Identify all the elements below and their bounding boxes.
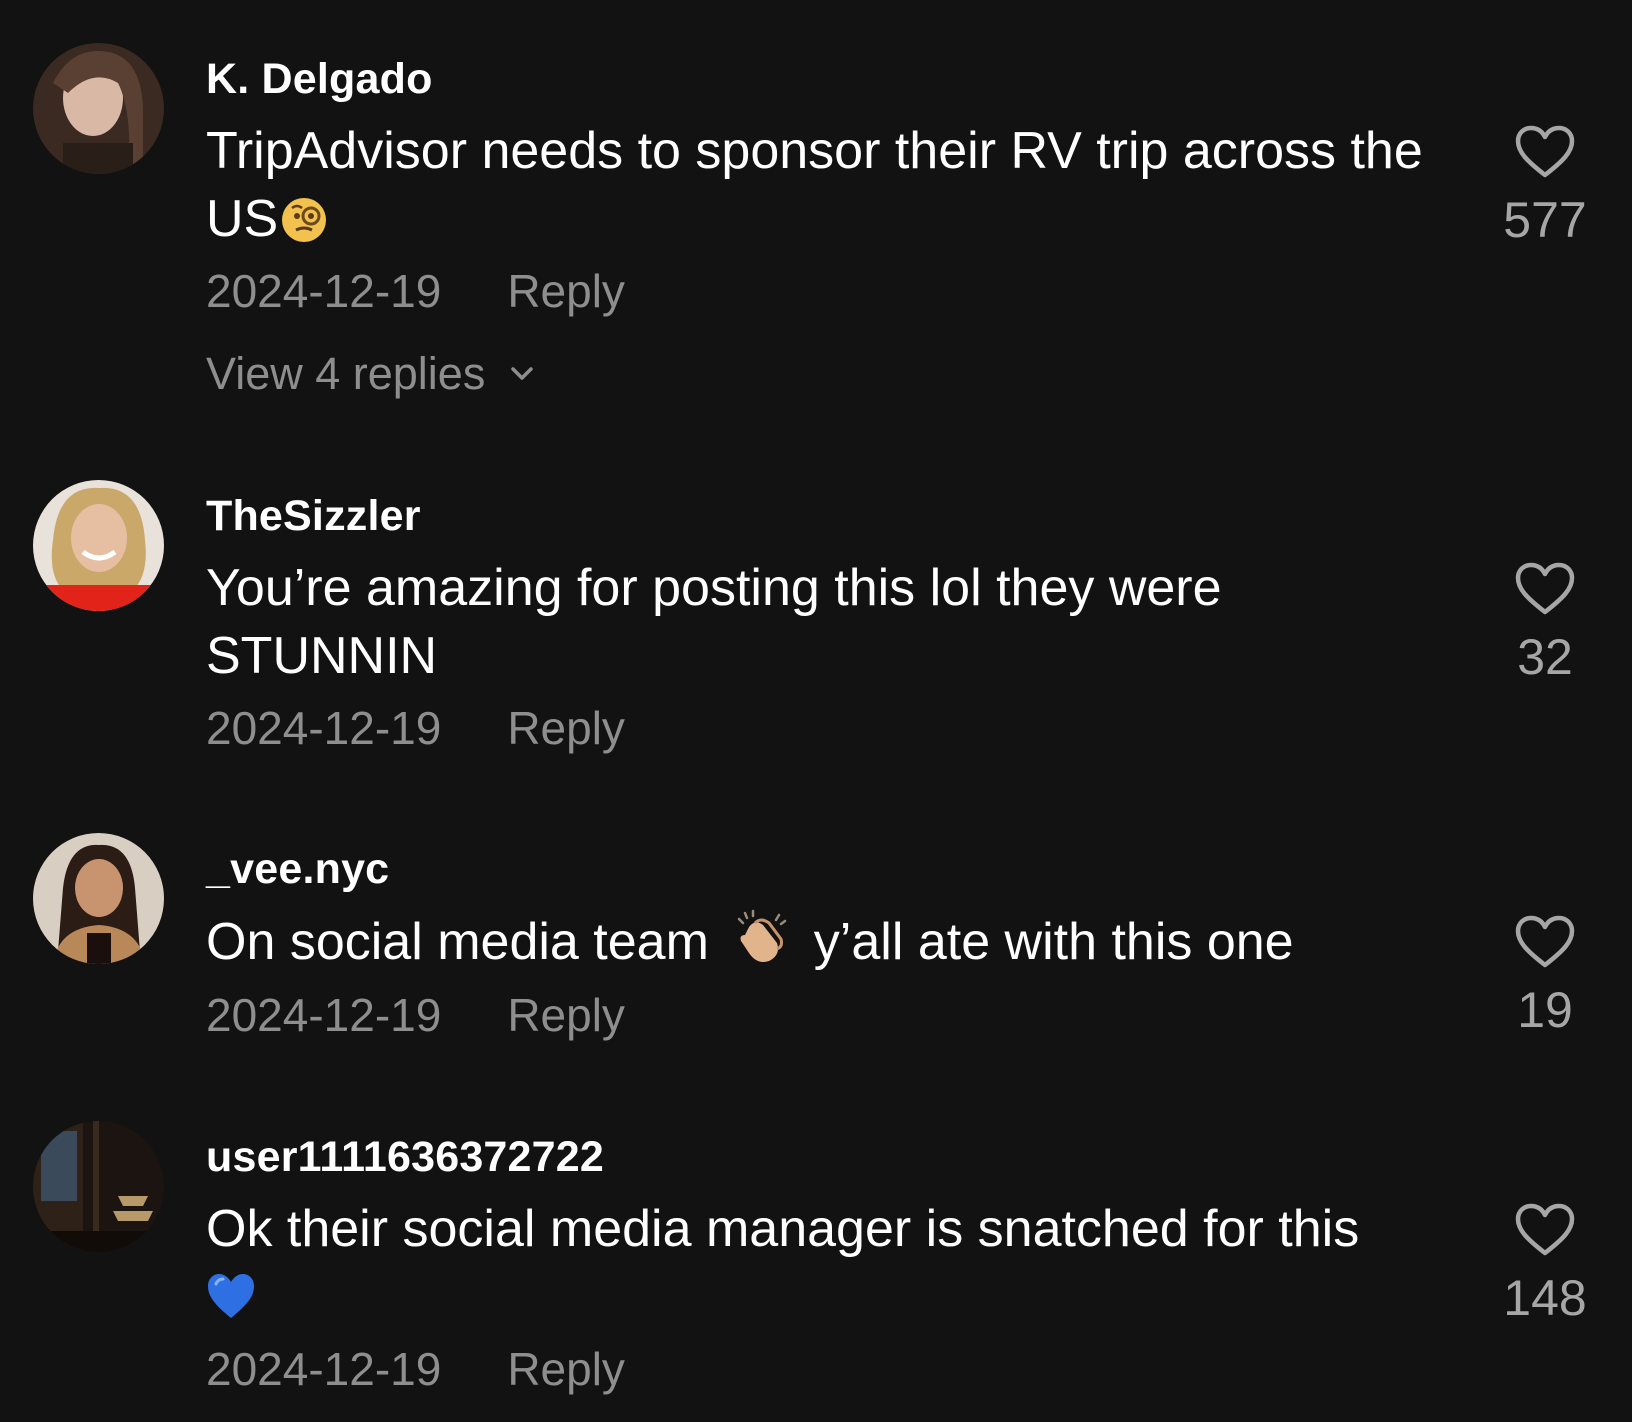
comment-username[interactable]: user1111636372722 xyxy=(206,1133,604,1182)
clapping-hands-emoji xyxy=(731,907,791,967)
comment-text-before: On social media team xyxy=(206,913,709,971)
heart-icon[interactable] xyxy=(1515,562,1575,616)
avatar[interactable] xyxy=(33,1121,164,1252)
comment-text: On social media team y’all ate with this… xyxy=(206,907,1426,976)
comment-text: TripAdvisor needs to sponsor their RV tr… xyxy=(206,117,1426,253)
comment-date: 2024-12-19 xyxy=(206,265,442,317)
avatar[interactable] xyxy=(33,480,164,611)
heart-icon[interactable] xyxy=(1515,1203,1575,1257)
comment-text-body: Ok their social media manager is snatche… xyxy=(206,1200,1360,1258)
avatar[interactable] xyxy=(33,43,164,174)
view-replies-label: View 4 replies xyxy=(206,348,486,399)
comment-text-body: TripAdvisor needs to sponsor their RV tr… xyxy=(206,122,1423,248)
like-count: 577 xyxy=(1503,192,1587,248)
comment-meta: 2024-12-19 Reply xyxy=(206,1342,625,1396)
comment-meta: 2024-12-19 Reply xyxy=(206,701,625,755)
comment-username[interactable]: _vee.nyc xyxy=(206,845,389,894)
face-with-monocle-emoji xyxy=(278,192,330,244)
comment-text: You’re amazing for posting this lol they… xyxy=(206,559,1222,685)
reply-button[interactable]: Reply xyxy=(507,1342,625,1396)
comment-meta: 2024-12-19 Reply xyxy=(206,264,625,318)
avatar[interactable] xyxy=(33,833,164,964)
reply-button[interactable]: Reply xyxy=(507,988,625,1042)
view-replies-button[interactable]: View 4 replies xyxy=(206,348,537,400)
comment-date: 2024-12-19 xyxy=(206,1343,442,1395)
avatar-image xyxy=(33,43,164,174)
comment-date: 2024-12-19 xyxy=(206,702,442,754)
comment-date: 2024-12-19 xyxy=(206,989,442,1041)
avatar-image xyxy=(33,480,164,611)
avatar-image xyxy=(33,1121,164,1252)
comment-meta: 2024-12-19 Reply xyxy=(206,988,625,1042)
like-control: 577 xyxy=(1500,125,1590,249)
like-count: 19 xyxy=(1517,982,1573,1038)
like-control: 19 xyxy=(1500,915,1590,1039)
comment-username[interactable]: TheSizzler xyxy=(206,492,421,541)
comment-text: Ok their social media manager is snatche… xyxy=(206,1195,1426,1331)
blue-heart-emoji xyxy=(206,1271,256,1321)
heart-icon[interactable] xyxy=(1515,125,1575,179)
reply-button[interactable]: Reply xyxy=(507,701,625,755)
like-count: 148 xyxy=(1503,1270,1587,1326)
like-count: 32 xyxy=(1517,629,1573,685)
like-control: 32 xyxy=(1500,562,1590,686)
comment-text-after: y’all ate with this one xyxy=(813,913,1294,971)
heart-icon[interactable] xyxy=(1515,915,1575,969)
reply-button[interactable]: Reply xyxy=(507,264,625,318)
chevron-down-icon xyxy=(511,367,534,380)
avatar-image xyxy=(33,833,164,964)
comment-username[interactable]: K. Delgado xyxy=(206,55,433,104)
like-control: 148 xyxy=(1500,1203,1590,1327)
